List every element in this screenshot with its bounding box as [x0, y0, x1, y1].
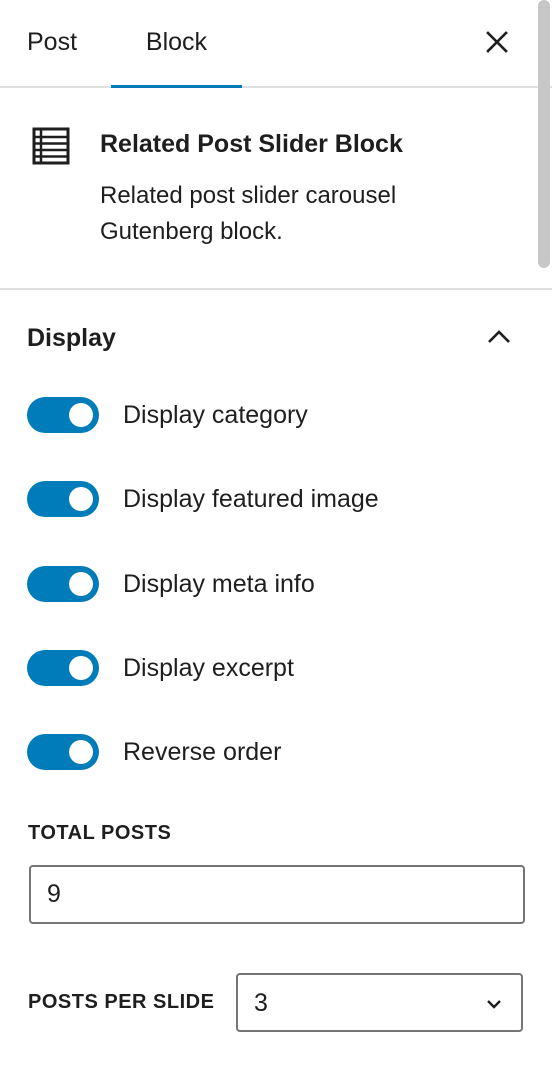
tab-post[interactable]: Post	[27, 0, 77, 86]
toggle-row-display-category: Display category	[27, 397, 527, 433]
toggle-knob	[69, 403, 93, 427]
toggle-label: Display meta info	[123, 570, 315, 598]
close-icon	[486, 31, 508, 53]
posts-per-slide-select[interactable]: 3	[236, 973, 523, 1032]
toggle-reverse-order[interactable]	[27, 734, 99, 770]
toggle-label: Display category	[123, 401, 308, 429]
toggle-display-category[interactable]	[27, 397, 99, 433]
toggle-row-reverse-order: Reverse order	[27, 734, 527, 770]
toggle-row-display-featured-image: Display featured image	[27, 481, 527, 517]
toggle-knob	[69, 656, 93, 680]
posts-per-slide-value: 3	[254, 989, 268, 1017]
close-button[interactable]	[482, 27, 512, 57]
toggle-knob	[69, 572, 93, 596]
posts-per-slide-label: POSTS PER SLIDE	[28, 991, 215, 1013]
toggle-label: Display featured image	[123, 485, 379, 513]
chevron-up-icon	[488, 330, 510, 343]
toggle-label: Reverse order	[123, 738, 282, 766]
block-settings-sidebar: Post Block Related Post Slider Block Rel…	[0, 0, 552, 1071]
toggle-display-excerpt[interactable]	[27, 650, 99, 686]
list-view-icon	[32, 127, 70, 165]
total-posts-label: TOTAL POSTS	[28, 822, 172, 844]
toggle-row-display-excerpt: Display excerpt	[27, 650, 527, 686]
total-posts-input[interactable]	[29, 865, 525, 924]
tab-block[interactable]: Block	[111, 0, 242, 88]
toggle-knob	[69, 487, 93, 511]
toggle-knob	[69, 740, 93, 764]
tab-block-label: Block	[145, 28, 208, 56]
display-panel-title: Display	[27, 324, 116, 352]
block-description: Related post slider carousel Gutenberg b…	[100, 182, 397, 245]
toggle-display-featured-image[interactable]	[27, 481, 99, 517]
sidebar-tabs: Post Block	[0, 0, 552, 88]
display-panel-toggle[interactable]: Display	[0, 290, 552, 386]
block-card: Related Post Slider Block Related post s…	[0, 88, 552, 290]
chevron-down-icon	[487, 1000, 501, 1009]
toggle-label: Display excerpt	[123, 654, 294, 682]
toggle-row-display-meta-info: Display meta info	[27, 566, 527, 602]
block-title: Related Post Slider Block	[100, 130, 403, 158]
toggle-display-meta-info[interactable]	[27, 566, 99, 602]
